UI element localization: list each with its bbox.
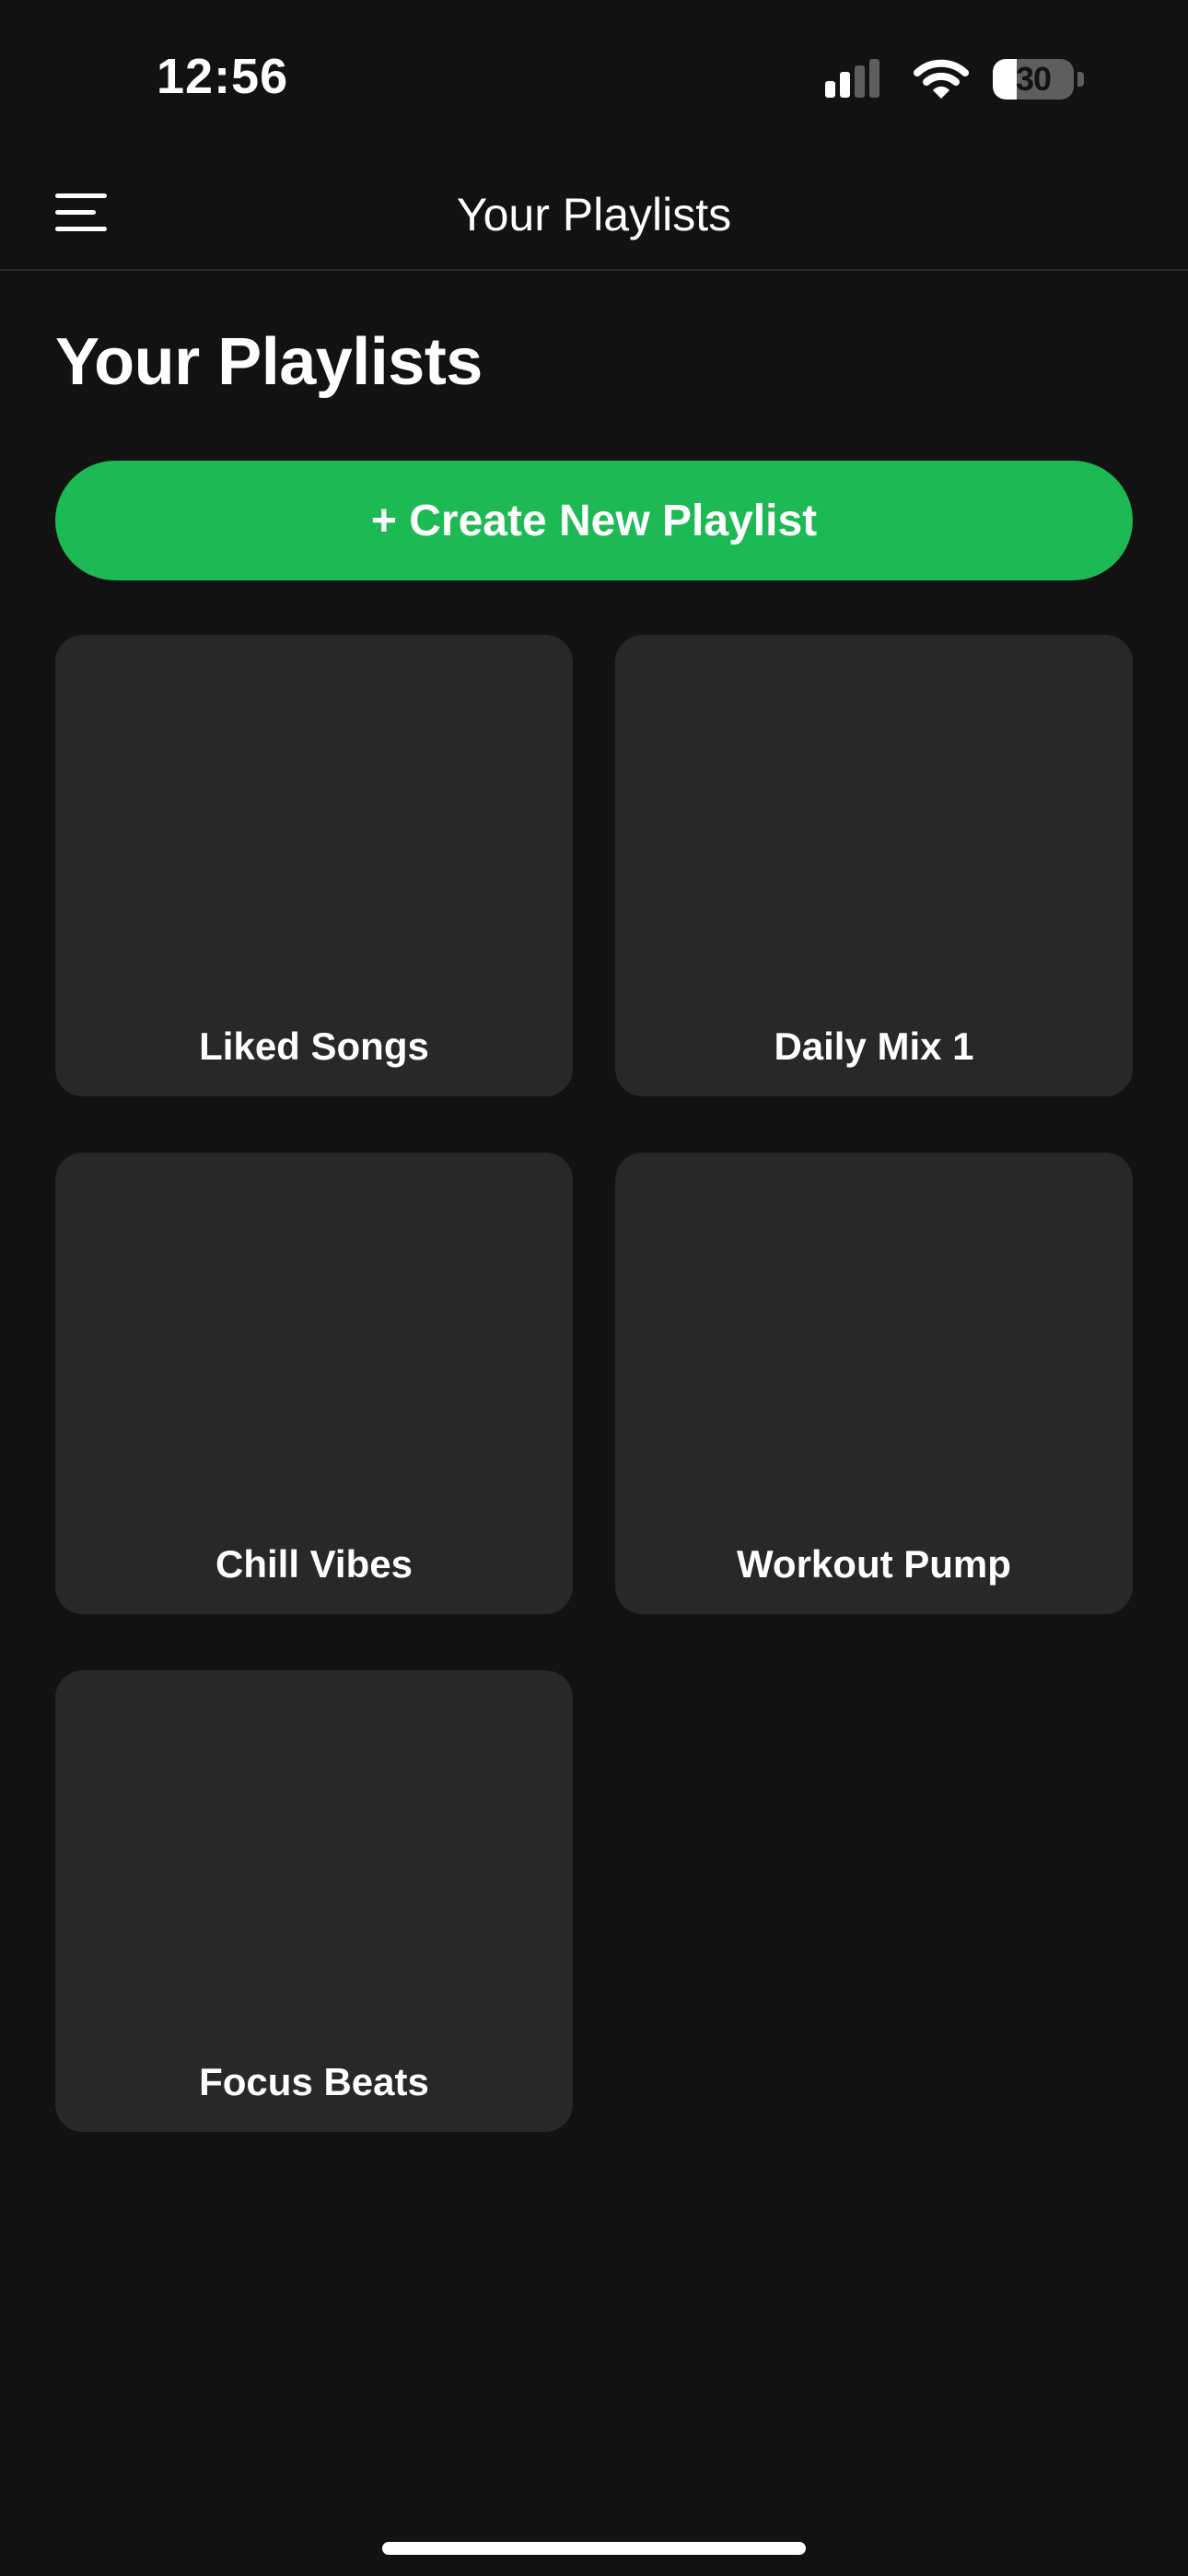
nav-title: Your Playlists: [456, 189, 732, 240]
battery-tip: [1077, 72, 1084, 87]
status-icons: 30: [825, 55, 1085, 103]
battery-icon: 30: [993, 57, 1085, 101]
create-playlist-button[interactable]: + Create New Playlist: [55, 461, 1133, 580]
top-nav: Your Playlists: [0, 157, 1188, 271]
playlist-name: Workout Pump: [737, 1542, 1011, 1586]
playlist-card[interactable]: Daily Mix 1: [615, 635, 1133, 1096]
playlist-card[interactable]: Workout Pump: [615, 1153, 1133, 1614]
playlist-name: Focus Beats: [199, 2060, 429, 2103]
playlist-card[interactable]: Liked Songs: [55, 635, 573, 1096]
battery-level: 30: [1015, 60, 1052, 98]
signal-icon: [825, 59, 879, 98]
home-indicator[interactable]: [382, 2542, 806, 2555]
page-title: Your Playlists: [55, 325, 483, 399]
playlist-name: Daily Mix 1: [774, 1025, 974, 1068]
playlist-grid: Liked Songs Daily Mix 1 Chill Vibes Work…: [55, 635, 1133, 2132]
playlist-card[interactable]: Chill Vibes: [55, 1153, 573, 1614]
playlist-name: Liked Songs: [199, 1025, 429, 1068]
playlist-card[interactable]: Focus Beats: [55, 1670, 573, 2132]
wifi-icon: [914, 59, 969, 99]
playlist-name: Chill Vibes: [215, 1542, 413, 1586]
battery-body: 30: [993, 59, 1074, 100]
status-bar: 12:56 30: [0, 0, 1188, 157]
status-time: 12:56: [157, 49, 289, 104]
